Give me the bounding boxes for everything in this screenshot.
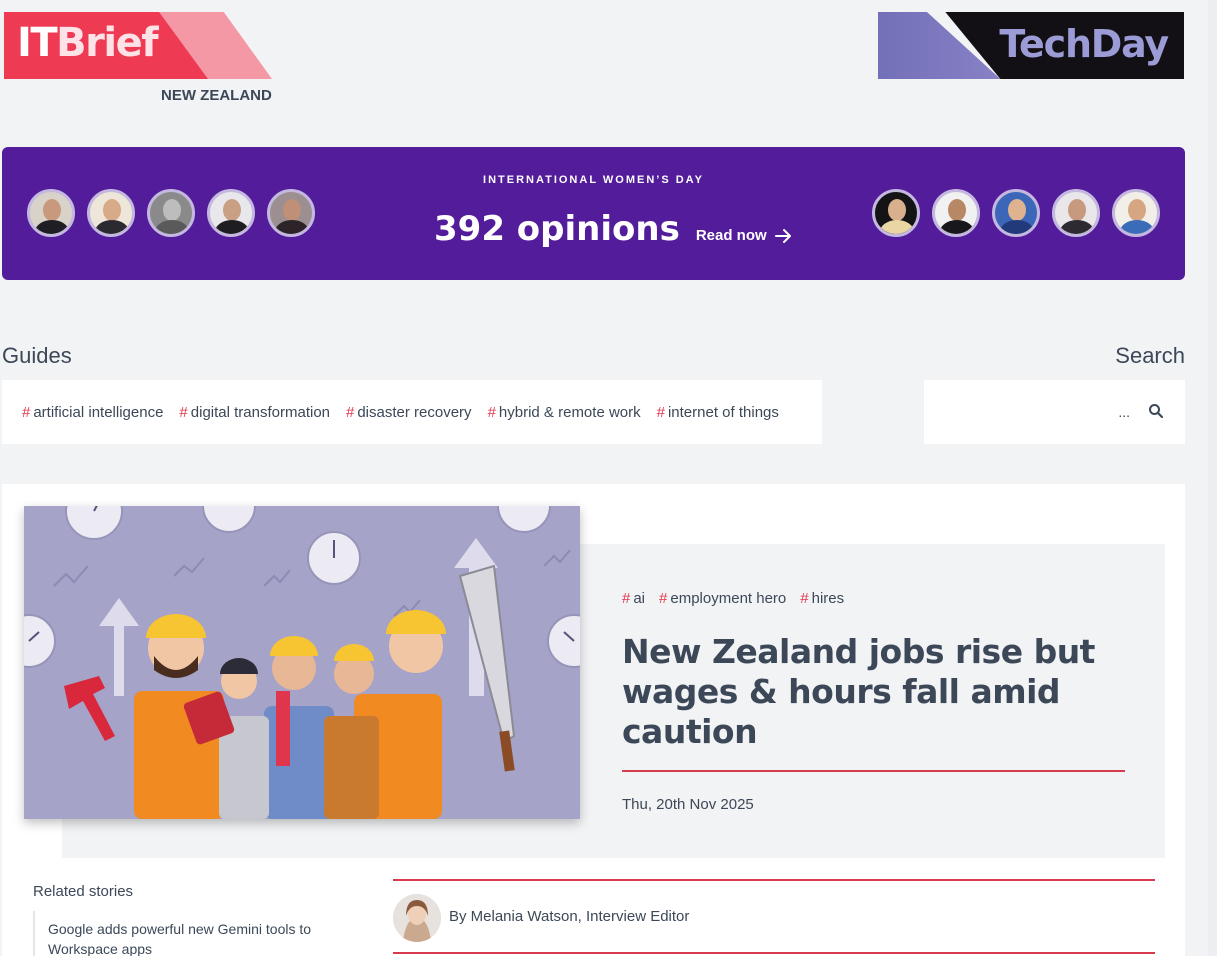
workers-illustration (24, 506, 580, 819)
avatar (1112, 189, 1160, 237)
article-date: Thu, 20th Nov 2025 (622, 796, 754, 813)
hash-icon: # (622, 590, 631, 607)
itbrief-logo[interactable]: ITBrief (4, 12, 272, 79)
hero-image[interactable] (24, 506, 580, 819)
avatar (87, 189, 135, 237)
avatar (992, 189, 1040, 237)
guide-tag-disaster-recovery[interactable]: # disaster recovery (346, 404, 472, 421)
opinions-count: 392 opinions (434, 209, 680, 249)
avatar (147, 189, 195, 237)
avatar (872, 189, 920, 237)
hash-icon: # (659, 590, 668, 607)
hash-icon: # (487, 403, 496, 421)
hash-icon: # (179, 403, 188, 421)
guides-tag-list: # artificial intelligence # digital transf… (2, 380, 822, 444)
read-now-link[interactable]: Read now (696, 227, 793, 244)
hash-icon: # (346, 403, 355, 421)
avatar (1052, 189, 1100, 237)
womens-day-banner[interactable]: INTERNATIONAL WOMEN’S DAY 392 opinions R… (2, 147, 1185, 280)
related-stories-title: Related stories (33, 883, 134, 900)
author-avatar (393, 894, 441, 942)
search-input[interactable] (934, 400, 1130, 424)
guide-tag-iot[interactable]: # internet of things (657, 404, 779, 421)
techday-logo[interactable]: TechDay (878, 12, 1184, 79)
banner-avatars-left (27, 189, 315, 237)
guide-tag-digital-transformation[interactable]: # digital transformation (179, 404, 330, 421)
avatar (932, 189, 980, 237)
avatar (27, 189, 75, 237)
banner-main: 392 opinions Read now (434, 209, 793, 249)
hash-icon: # (22, 403, 31, 421)
page-scrollbar[interactable] (1208, 0, 1217, 956)
related-stories-list: Google adds powerful new Gemini tools to… (33, 911, 333, 956)
arrow-right-icon (774, 228, 791, 243)
avatar (207, 189, 255, 237)
byline-divider-bottom (393, 952, 1155, 954)
region-label: NEW ZEALAND (161, 87, 272, 104)
byline-divider-top (393, 879, 1155, 881)
author-portrait (393, 894, 441, 942)
article-title[interactable]: New Zealand jobs rise but wages & hours … (622, 632, 1122, 752)
guide-tag-hybrid-remote-work[interactable]: # hybrid & remote work (488, 404, 641, 421)
guides-title: Guides (2, 343, 72, 368)
author-byline[interactable]: By Melania Watson, Interview Editor (449, 908, 689, 925)
banner-avatars-right (872, 189, 1160, 237)
search-box (924, 380, 1185, 444)
article-card: # ai # employment hero # hires New Zealand … (2, 484, 1185, 956)
hash-icon: # (800, 590, 809, 607)
article-tag-employment-hero[interactable]: # employment hero (659, 590, 786, 607)
read-now-label: Read now (695, 227, 767, 244)
article-tags: # ai # employment hero # hires (622, 590, 844, 607)
search-title: Search (1115, 343, 1185, 368)
avatar (267, 189, 315, 237)
related-story-link[interactable]: Google adds powerful new Gemini tools to… (48, 911, 333, 956)
logo-wordmark: ITBrief (17, 20, 159, 66)
article-tag-hires[interactable]: # hires (800, 590, 844, 607)
techday-wordmark: TechDay (999, 22, 1169, 66)
search-icon[interactable] (1148, 403, 1164, 419)
hash-icon: # (656, 403, 665, 421)
banner-eyebrow: INTERNATIONAL WOMEN’S DAY (483, 174, 704, 186)
title-divider (622, 770, 1125, 772)
article-tag-ai[interactable]: # ai (622, 590, 645, 607)
guide-tag-ai[interactable]: # artificial intelligence (22, 404, 163, 421)
